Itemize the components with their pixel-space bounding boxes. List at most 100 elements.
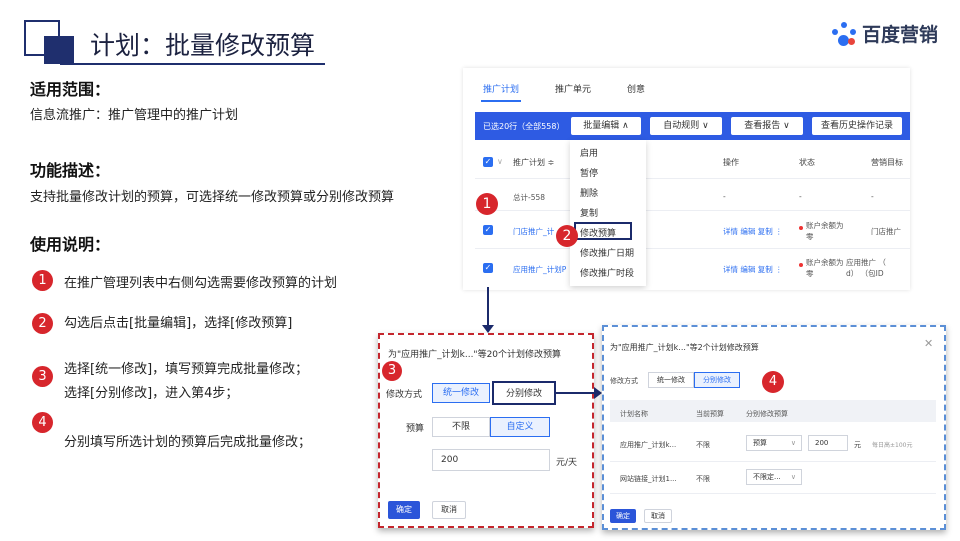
budget-custom-option[interactable]: 自定义 xyxy=(490,417,550,437)
badge-4: 4 xyxy=(762,371,784,393)
scope-text: 信息流推广：推广管理中的推广计划 xyxy=(30,108,239,123)
total-ops: - xyxy=(723,192,726,201)
status-text: 零 xyxy=(806,269,814,278)
col-goal-header: 营销目标 xyxy=(871,158,903,167)
row-actions[interactable]: 详情 编辑 复制 ⋮ xyxy=(723,226,783,237)
mode-separate-option[interactable]: 分别修改 xyxy=(694,372,740,388)
connector-arrow-icon xyxy=(482,325,494,333)
cancel-button[interactable]: 取消 xyxy=(432,501,466,519)
auto-rules-button[interactable]: 自动规则 ∨ xyxy=(650,117,722,135)
dialog1-title: 为"应用推广_计划k..."等20个计划修改预算 xyxy=(388,350,562,360)
batch-edit-dropdown: 启用 暂停 删除 复制 修改预算 修改推广日期 修改推广时段 xyxy=(570,140,646,286)
menu-item-enable[interactable]: 启用 xyxy=(580,146,598,159)
badge-3: 3 xyxy=(382,361,402,381)
mode-label: 修改方式 xyxy=(386,390,423,400)
status-text: 账户余额为 xyxy=(806,258,844,267)
connector-arrow-icon xyxy=(594,387,602,399)
selected-count: 已选20行（全部558） xyxy=(483,122,565,131)
close-icon[interactable]: ✕ xyxy=(924,337,933,350)
status-text: 账户余额为 xyxy=(806,221,844,230)
col-plan-name: 计划名称 xyxy=(620,410,648,418)
plan-name-link[interactable]: 门店推广_计 xyxy=(513,226,554,237)
step-number-2: 2 xyxy=(32,313,53,334)
menu-item-delete[interactable]: 删除 xyxy=(580,186,598,199)
goal-text: d） （包ID xyxy=(846,269,884,278)
step-number-1: 1 xyxy=(32,270,53,291)
mode-unified-option[interactable]: 统一修改 xyxy=(432,383,490,403)
budget-dialog-unified: 为"应用推广_计划k..."等20个计划修改预算 3 修改方式 统一修改 分别修… xyxy=(378,333,594,528)
edit-budget-highlight xyxy=(574,222,632,240)
title-decoration-fill xyxy=(44,36,74,64)
dialog2-title: 为"应用推广_计划k..."等2个计划修改预算 xyxy=(610,343,759,352)
total-status: - xyxy=(799,192,802,201)
col-plan-header[interactable]: 推广计划 ≑ xyxy=(513,157,554,168)
row-checkbox[interactable]: ✓ xyxy=(483,263,493,273)
row-divider xyxy=(475,178,910,179)
tab-plan[interactable]: 推广计划 xyxy=(483,82,519,95)
col-ops-header: 操作 xyxy=(723,158,739,167)
row-checkbox[interactable]: ✓ xyxy=(483,225,493,235)
baidu-marketing-logo: 百度营销 xyxy=(832,20,938,47)
total-goal: - xyxy=(871,192,874,201)
confirm-button[interactable]: 确定 xyxy=(388,501,420,519)
budget-hint: 每日高±100元 xyxy=(872,442,913,449)
view-report-button[interactable]: 查看报告 ∨ xyxy=(731,117,803,135)
usage-heading: 使用说明： xyxy=(30,235,111,254)
budget-input[interactable]: 200 xyxy=(432,449,550,471)
budget-type-select[interactable]: 预算 ∨ xyxy=(746,435,802,451)
step-3-text-line1: 选择[统一修改]，填写预算完成批量修改； xyxy=(64,362,309,377)
budget-unlimited-option[interactable]: 不限 xyxy=(432,417,490,437)
select-all-checkbox[interactable]: ✓ xyxy=(483,157,493,167)
logo-dots-icon xyxy=(832,21,856,46)
budget-dialog-separate: 为"应用推广_计划k..."等2个计划修改预算 ✕ 修改方式 统一修改 分别修改… xyxy=(602,325,946,530)
batch-toolbar: 已选20行（全部558） 批量编辑 ∧ 自动规则 ∨ 查看报告 ∨ 查看历史操作… xyxy=(475,112,910,140)
mode-separate-option[interactable]: 分别修改 xyxy=(492,381,556,405)
step-4-text: 分别填写所选计划的预算后完成批量修改； xyxy=(64,435,312,450)
select-value: 不限定... xyxy=(753,473,781,481)
row-actions[interactable]: 详情 编辑 复制 ⋮ xyxy=(723,264,783,275)
status-text: 零 xyxy=(806,232,814,241)
status-dot xyxy=(799,226,803,230)
col-separate-budget: 分别修改预算 xyxy=(746,410,788,418)
budget-value-input[interactable]: 200 xyxy=(808,435,848,451)
title-underline xyxy=(60,63,325,65)
logo-text: 百度营销 xyxy=(862,24,939,46)
scope-heading: 适用范围： xyxy=(30,80,111,99)
step-2-text: 勾选后点击[批量编辑]，选择[修改预算] xyxy=(64,316,293,331)
select-all-caret-icon[interactable]: ∨ xyxy=(497,157,503,166)
function-text: 支持批量修改计划的预算，可选择统一修改预算或分别修改预算 xyxy=(30,190,395,205)
function-heading: 功能描述： xyxy=(30,161,111,180)
menu-item-pause[interactable]: 暂停 xyxy=(580,166,598,179)
plan-name-link[interactable]: 应用推广_计划P xyxy=(513,264,566,275)
tab-active-underline xyxy=(481,100,521,102)
connector-line xyxy=(556,392,596,394)
menu-item-copy[interactable]: 复制 xyxy=(580,206,598,219)
cancel-button[interactable]: 取消 xyxy=(644,509,672,523)
plan-name: 应用推广_计划k... xyxy=(620,441,677,449)
current-budget: 不限 xyxy=(696,475,710,483)
chevron-down-icon: ∨ xyxy=(790,473,796,481)
menu-item-edit-date[interactable]: 修改推广日期 xyxy=(580,246,634,259)
menu-item-edit-time[interactable]: 修改推广时段 xyxy=(580,266,634,279)
budget-label: 预算 xyxy=(406,424,425,434)
mode-unified-option[interactable]: 统一修改 xyxy=(648,372,694,388)
select-value: 预算 xyxy=(753,439,767,447)
budget-unit: 元/天 xyxy=(556,458,578,468)
plan-name: 网站链接_计划1... xyxy=(620,475,677,483)
tab-unit[interactable]: 推广单元 xyxy=(555,82,591,95)
badge-2: 2 xyxy=(556,225,578,247)
mode-label: 修改方式 xyxy=(610,377,638,385)
row-divider xyxy=(610,461,936,462)
badge-1: 1 xyxy=(476,193,498,215)
step-number-3: 3 xyxy=(32,366,53,387)
row-divider xyxy=(475,248,910,249)
page-title: 计划：批量修改预算 xyxy=(90,31,316,60)
goal-text: 应用推广 （ xyxy=(846,258,886,267)
budget-unit: 元 xyxy=(854,441,861,449)
history-button[interactable]: 查看历史操作记录 xyxy=(812,117,902,135)
confirm-button[interactable]: 确定 xyxy=(610,509,636,523)
tab-creative[interactable]: 创意 xyxy=(627,82,645,95)
batch-edit-button[interactable]: 批量编辑 ∧ xyxy=(571,117,641,135)
total-name: 总计-558 xyxy=(513,193,546,202)
budget-type-select[interactable]: 不限定... ∨ xyxy=(746,469,802,485)
